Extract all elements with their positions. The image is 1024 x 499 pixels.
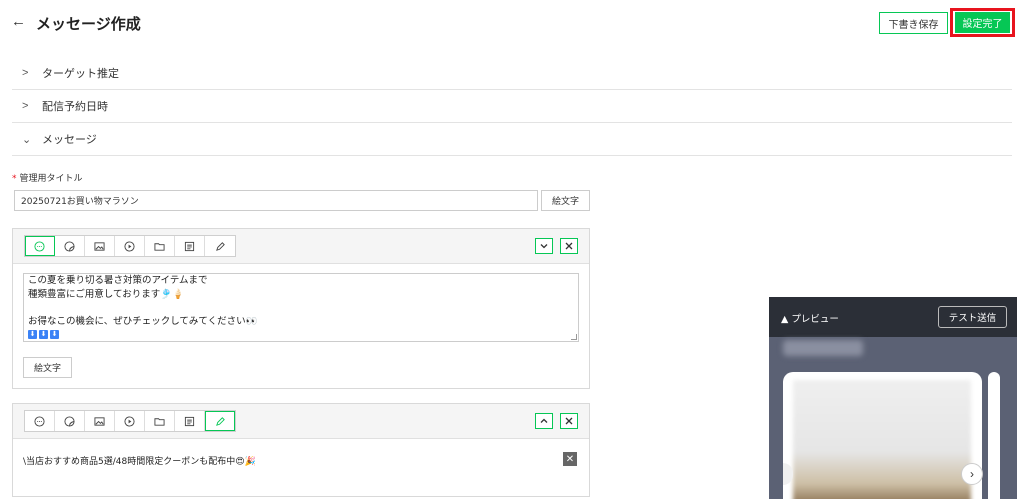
list-icon[interactable]	[175, 411, 205, 431]
message-line: お得なこの機会に、ぜひチェックしてみてください👀	[28, 315, 258, 327]
pen-icon[interactable]	[205, 236, 235, 256]
preview-next-card	[988, 372, 1000, 499]
folder-icon[interactable]	[145, 236, 175, 256]
chevron-up-icon[interactable]	[535, 413, 553, 429]
text-card-body: \当店おすすめ商品5選/48時間限定クーポンも配布中😍🎉 ✕	[13, 439, 589, 497]
close-icon[interactable]	[560, 238, 578, 254]
sticker-icon[interactable]	[55, 236, 85, 256]
message-type-toolbar	[13, 229, 589, 264]
preview-image-blurred	[793, 380, 971, 499]
resize-handle-icon[interactable]	[571, 334, 577, 340]
page-title: メッセージ作成	[36, 15, 141, 33]
complete-button[interactable]: 設定完了	[955, 12, 1010, 33]
video-icon[interactable]	[115, 236, 145, 256]
test-send-button[interactable]: テスト送信	[938, 306, 1007, 328]
sticker-icon[interactable]	[55, 411, 85, 431]
section-target[interactable]: > ターゲット推定	[12, 57, 1012, 90]
text-card-content[interactable]: \当店おすすめ商品5選/48時間限定クーポンも配布中😍🎉	[23, 454, 256, 467]
chevron-right-icon[interactable]: ›	[961, 463, 983, 485]
title-field-label-text: 管理用タイトル	[19, 174, 83, 184]
header: ← メッセージ作成 下書き保存 設定完了	[0, 0, 1024, 44]
title-input[interactable]: 20250721お買い物マラソン	[14, 190, 538, 211]
down-arrow-emoji: ⬇	[28, 330, 37, 339]
message-line-arrows: ⬇ ⬇ ⬇	[28, 328, 574, 341]
chevron-down-icon[interactable]	[535, 238, 553, 254]
emoji-button[interactable]: 絵文字	[23, 357, 72, 378]
folder-icon[interactable]	[145, 411, 175, 431]
down-arrow-emoji: ⬇	[39, 330, 48, 339]
message-card: この夏を乗り切る暑さ対策のアイテムまで 種類豊富にご用意しております🎐🍦 お得な…	[12, 228, 590, 389]
message-textarea[interactable]: この夏を乗り切る暑さ対策のアイテムまで 種類豊富にご用意しております🎐🍦 お得な…	[23, 273, 579, 342]
down-arrow-emoji: ⬇	[50, 330, 59, 339]
preview-message-card	[783, 372, 982, 499]
section-schedule[interactable]: > 配信予約日時	[12, 90, 1012, 123]
chevron-down-icon: ⌄	[22, 133, 32, 146]
section-label: メッセージ	[42, 133, 97, 146]
section-message[interactable]: ⌄ メッセージ	[12, 123, 1012, 156]
message-card: \当店おすすめ商品5選/48時間限定クーポンも配布中😍🎉 ✕	[12, 403, 590, 497]
title-field-label: * 管理用タイトル	[12, 171, 83, 184]
close-icon[interactable]	[560, 413, 578, 429]
complete-button-highlight: 設定完了	[950, 8, 1015, 37]
emoji-button[interactable]: 絵文字	[541, 190, 590, 211]
video-icon[interactable]	[115, 411, 145, 431]
chat-bubble-icon[interactable]	[25, 411, 55, 431]
preview-header: ▲ プレビュー テスト送信	[769, 297, 1017, 337]
message-line	[28, 301, 574, 315]
message-type-tabs	[24, 410, 236, 432]
save-draft-button[interactable]: 下書き保存	[879, 12, 948, 34]
preview-title[interactable]: ▲ プレビュー	[781, 311, 839, 325]
message-line: 種類豊富にご用意しております🎐🍦	[28, 288, 184, 300]
message-type-tabs	[24, 235, 236, 257]
pen-icon[interactable]	[205, 411, 235, 431]
image-icon[interactable]	[85, 236, 115, 256]
image-icon[interactable]	[85, 411, 115, 431]
message-line: この夏を乗り切る暑さ対策のアイテムまで	[28, 275, 208, 286]
list-icon[interactable]	[175, 236, 205, 256]
account-name-blurred	[783, 340, 863, 356]
chevron-right-icon: >	[22, 100, 29, 112]
close-icon[interactable]: ✕	[563, 452, 577, 466]
chevron-right-icon: >	[22, 67, 29, 79]
preview-panel: ▲ プレビュー テスト送信 ›	[769, 297, 1017, 499]
section-label: ターゲット推定	[42, 67, 119, 80]
chat-bubble-icon[interactable]	[25, 236, 55, 256]
message-type-toolbar	[13, 404, 589, 439]
required-mark: *	[12, 174, 17, 184]
arrow-left-icon[interactable]: ←	[11, 13, 26, 30]
section-label: 配信予約日時	[42, 100, 108, 113]
